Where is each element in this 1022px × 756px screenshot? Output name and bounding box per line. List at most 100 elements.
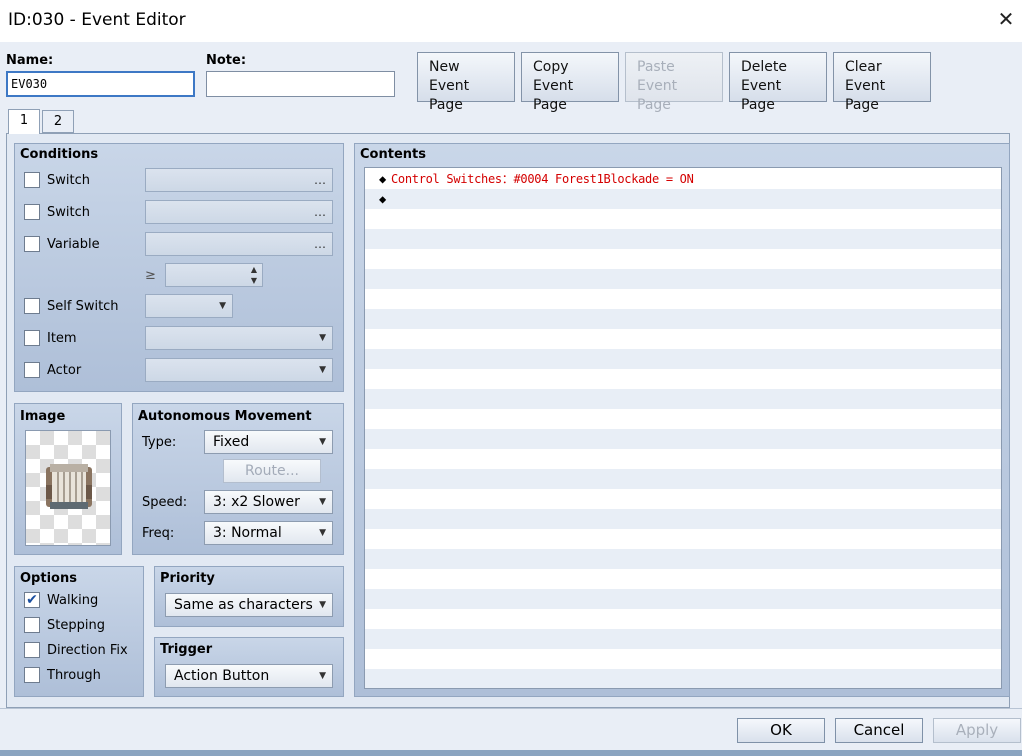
button-line: Event Page <box>533 78 574 113</box>
event-command-list[interactable]: ◆ Control Switches：#0004 Forest1Blockade… <box>364 167 1002 689</box>
apply-button[interactable]: Apply <box>933 718 1021 743</box>
walking-label: Walking <box>47 593 99 608</box>
empty-row <box>365 569 1001 589</box>
options-title: Options <box>20 571 77 586</box>
button-line: Clear <box>845 59 882 75</box>
chevron-down-icon: ▼ <box>319 671 326 681</box>
empty-row <box>365 469 1001 489</box>
trigger-title: Trigger <box>160 642 213 657</box>
freq-dropdown[interactable]: 3: Normal ▼ <box>204 521 333 545</box>
variable-value-spinner[interactable]: ▲ ▼ <box>165 263 263 287</box>
chevron-down-icon: ▼ <box>319 365 326 375</box>
chevron-down-icon: ▼ <box>219 301 226 311</box>
command-marker: ◆ <box>379 172 387 186</box>
item-label: Item <box>47 331 77 346</box>
speed-dropdown[interactable]: 3: x2 Slower ▼ <box>204 490 333 514</box>
tab-page-1[interactable]: 1 <box>8 109 40 134</box>
empty-row <box>365 369 1001 389</box>
actor-dropdown[interactable]: ▼ <box>145 358 333 382</box>
self-switch-dropdown[interactable]: ▼ <box>145 294 233 318</box>
stepping-checkbox[interactable] <box>24 617 40 633</box>
walking-checkbox[interactable]: ✔ <box>24 592 40 608</box>
spinner-up-icon[interactable]: ▲ <box>251 265 257 274</box>
priority-dropdown[interactable]: Same as characters ▼ <box>165 593 333 617</box>
gte-symbol: ≥ <box>145 268 156 283</box>
delete-event-page-button[interactable]: Delete Event Page <box>729 52 827 113</box>
spinner-down-icon[interactable]: ▼ <box>251 276 257 285</box>
switch2-selector[interactable]: … <box>145 200 333 224</box>
empty-row <box>365 449 1001 469</box>
command-row[interactable]: ◆ Control Switches：#0004 Forest1Blockade… <box>365 169 1001 189</box>
conditions-title: Conditions <box>20 147 99 162</box>
switch1-selector[interactable]: … <box>145 168 333 192</box>
empty-row <box>365 329 1001 349</box>
chevron-down-icon: ▼ <box>319 333 326 343</box>
variable-selector[interactable]: … <box>145 232 333 256</box>
cancel-button[interactable]: Cancel <box>835 718 923 743</box>
empty-row <box>365 649 1001 669</box>
route-button[interactable]: Route... <box>223 459 321 483</box>
empty-row <box>365 629 1001 649</box>
empty-row <box>365 489 1001 509</box>
switch1-checkbox[interactable] <box>24 172 40 188</box>
button-line: New <box>429 59 460 75</box>
variable-checkbox[interactable] <box>24 236 40 252</box>
command-marker: ◆ <box>379 192 387 206</box>
item-dropdown[interactable]: ▼ <box>145 326 333 350</box>
button-line: Event Page <box>845 78 886 113</box>
movement-type-dropdown[interactable]: Fixed ▼ <box>204 430 333 454</box>
switch2-checkbox[interactable] <box>24 204 40 220</box>
name-input[interactable]: EV030 <box>6 71 195 97</box>
self-switch-checkbox[interactable] <box>24 298 40 314</box>
title-bar: ID:030 - Event Editor ✕ <box>0 0 1022 42</box>
actor-checkbox[interactable] <box>24 362 40 378</box>
through-checkbox[interactable] <box>24 667 40 683</box>
paste-event-page-button[interactable]: Paste Event Page <box>625 52 723 113</box>
button-line: Delete <box>741 59 787 75</box>
ellipsis-icon: … <box>314 237 326 251</box>
self-switch-label: Self Switch <box>47 299 119 314</box>
through-label: Through <box>47 668 101 683</box>
empty-row <box>365 209 1001 229</box>
window-title: ID:030 - Event Editor <box>8 10 186 30</box>
empty-row <box>365 669 1001 688</box>
new-event-page-button[interactable]: New Event Page <box>417 52 515 113</box>
variable-label: Variable <box>47 237 100 252</box>
switch2-label: Switch <box>47 205 90 220</box>
empty-row <box>365 309 1001 329</box>
empty-row <box>365 229 1001 249</box>
note-input[interactable] <box>206 71 395 97</box>
empty-row <box>365 349 1001 369</box>
empty-row <box>365 429 1001 449</box>
trigger-dropdown[interactable]: Action Button ▼ <box>165 664 333 688</box>
direction-fix-checkbox[interactable] <box>24 642 40 658</box>
chevron-down-icon: ▼ <box>319 528 326 538</box>
movement-title: Autonomous Movement <box>138 409 312 424</box>
ellipsis-icon: … <box>314 173 326 187</box>
priority-value: Same as characters <box>174 597 313 613</box>
speed-value: 3: x2 Slower <box>213 494 300 510</box>
close-icon[interactable]: ✕ <box>995 8 1017 30</box>
trigger-value: Action Button <box>174 668 270 684</box>
command-text: Control Switches：#0004 Forest1Blockade =… <box>391 172 694 186</box>
empty-row <box>365 389 1001 409</box>
footer-divider <box>0 708 1022 709</box>
priority-title: Priority <box>160 571 215 586</box>
speed-label: Speed: <box>142 495 188 510</box>
empty-row <box>365 589 1001 609</box>
image-preview[interactable] <box>25 430 111 546</box>
button-line: Event Page <box>637 78 678 113</box>
copy-event-page-button[interactable]: Copy Event Page <box>521 52 619 113</box>
item-checkbox[interactable] <box>24 330 40 346</box>
command-row[interactable]: ◆ <box>365 189 1001 209</box>
button-line: Event Page <box>741 78 782 113</box>
button-line: Paste <box>637 59 675 75</box>
button-line: Copy <box>533 59 569 75</box>
type-label: Type: <box>142 435 177 450</box>
name-label: Name: <box>6 53 54 68</box>
clear-event-page-button[interactable]: Clear Event Page <box>833 52 931 113</box>
empty-row <box>365 249 1001 269</box>
ok-button[interactable]: OK <box>737 718 825 743</box>
tab-page-2[interactable]: 2 <box>42 110 74 133</box>
stepping-label: Stepping <box>47 618 105 633</box>
